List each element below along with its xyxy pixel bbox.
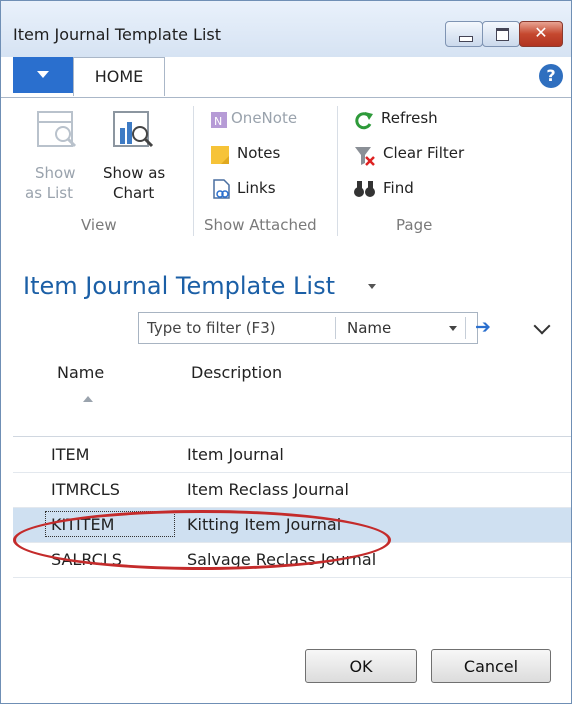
- tab-home[interactable]: HOME: [73, 57, 165, 96]
- chart-view-icon: [113, 111, 154, 148]
- find-label: Find: [383, 179, 414, 197]
- list-page: Item Journal Template List Name ➔ Name D…: [1, 244, 571, 703]
- onenote-label: OneNote: [231, 109, 298, 127]
- filter-bar: Name ➔: [138, 312, 491, 344]
- cancel-button[interactable]: Cancel: [431, 649, 551, 683]
- group-separator: [337, 106, 338, 236]
- cell-description: Item Journal: [187, 445, 284, 464]
- ribbon: Show as List Show as Chart View N OneNot…: [1, 97, 571, 245]
- column-header-name[interactable]: Name: [57, 363, 104, 382]
- filter-separator: [335, 317, 336, 339]
- cell-name: ITMRCLS: [51, 480, 120, 499]
- list-view-icon: [37, 111, 77, 148]
- ribbon-tab-bar: HOME ?: [1, 57, 571, 97]
- application-menu-button[interactable]: [13, 57, 73, 93]
- sort-ascending-icon: [83, 396, 93, 402]
- maximize-icon: [496, 28, 509, 41]
- close-button[interactable]: ✕: [519, 21, 563, 47]
- show-as-list-label-2: as List: [25, 184, 73, 202]
- onenote-icon: N: [211, 112, 227, 128]
- notes-label: Notes: [237, 144, 281, 162]
- help-icon[interactable]: ?: [539, 64, 563, 88]
- link-icon: [213, 179, 230, 199]
- group-label-page: Page: [396, 216, 433, 234]
- close-icon: ✕: [534, 23, 548, 42]
- ok-button[interactable]: OK: [305, 649, 417, 683]
- page-title[interactable]: Item Journal Template List: [23, 272, 335, 300]
- group-label-view: View: [81, 216, 117, 234]
- chevron-down-icon[interactable]: [449, 326, 457, 331]
- group-separator: [193, 106, 194, 236]
- column-header-description[interactable]: Description: [191, 363, 282, 382]
- maximize-button[interactable]: [482, 21, 520, 47]
- minimize-button[interactable]: [445, 21, 483, 47]
- show-as-chart-label-1: Show as: [103, 164, 166, 182]
- expand-filter-chevron-icon[interactable]: [533, 317, 551, 335]
- filter-separator: [465, 317, 466, 339]
- dialog-window: Item Journal Template List ✕ HOME ? Show: [0, 0, 572, 704]
- header-divider: [13, 436, 571, 437]
- refresh-icon: [355, 112, 373, 130]
- minimize-icon: [459, 36, 473, 42]
- notes-icon: [211, 146, 229, 164]
- window-title: Item Journal Template List: [13, 25, 221, 44]
- table-row[interactable]: ITMRCLS Item Reclass Journal: [13, 473, 571, 508]
- svg-text:N: N: [214, 115, 222, 128]
- table-row[interactable]: ITEM Item Journal: [13, 438, 571, 473]
- links-label: Links: [237, 179, 276, 197]
- clear-filter-label: Clear Filter: [383, 144, 465, 162]
- group-label-show-attached: Show Attached: [204, 216, 317, 234]
- title-dropdown-icon[interactable]: [368, 284, 376, 289]
- filter-field-select[interactable]: Name: [347, 319, 391, 337]
- cell-description: Item Reclass Journal: [187, 480, 349, 499]
- clear-filter-icon: [355, 147, 375, 166]
- title-bar[interactable]: Item Journal Template List ✕: [1, 1, 571, 57]
- refresh-label: Refresh: [381, 109, 438, 127]
- show-as-list-label-1: Show: [35, 164, 76, 182]
- filter-input[interactable]: [147, 313, 327, 343]
- binoculars-icon: [354, 181, 375, 197]
- highlight-annotation: [13, 510, 391, 570]
- apply-filter-arrow-icon[interactable]: ➔: [475, 316, 491, 338]
- show-as-chart-label-2: Chart: [113, 184, 155, 202]
- dropdown-caret-icon: [37, 71, 49, 78]
- cell-name: ITEM: [51, 445, 90, 464]
